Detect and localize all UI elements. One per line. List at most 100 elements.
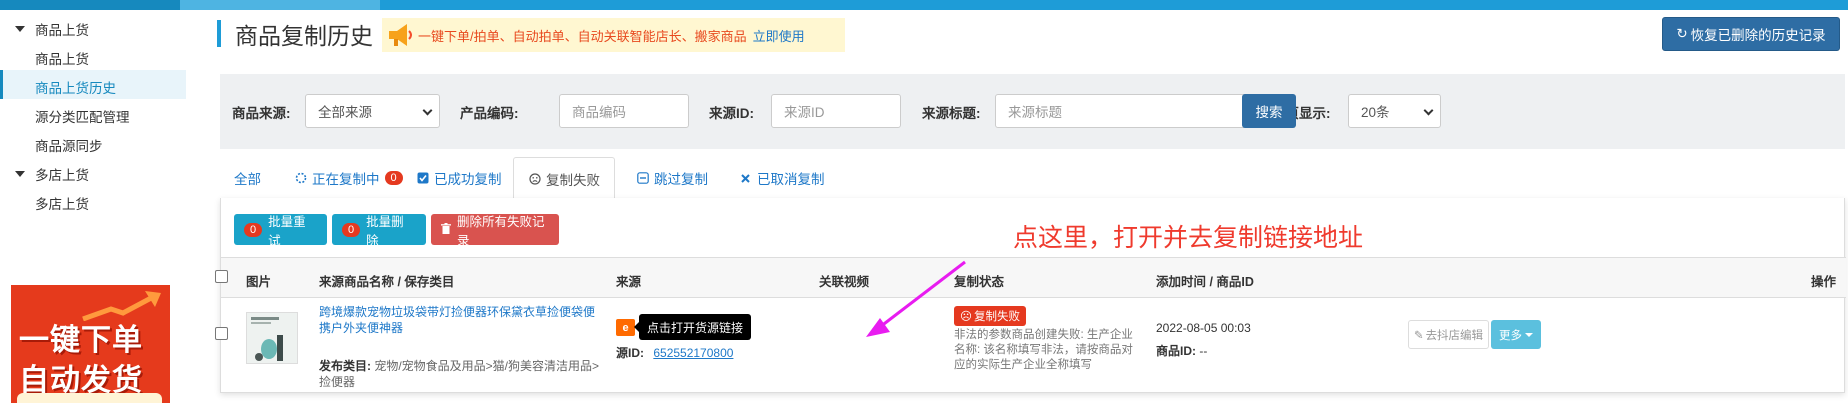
trash-icon	[441, 222, 451, 237]
source-id-label: 源ID:	[616, 346, 644, 360]
notice-banner: 一键下单/拍单、自动拍单、自动关联智能店长、搬家商品 立即使用	[382, 18, 845, 52]
restore-deleted-history-button[interactable]: ↻ 恢复已删除的历史记录	[1662, 17, 1840, 51]
promo-banner[interactable]: 一键下单 自动发货	[11, 285, 170, 403]
edit-icon: ✎	[1413, 329, 1424, 342]
sad-face-icon	[528, 172, 541, 185]
product-category: 发布类目: 宠物/宠物食品及用品>猫/狗美容清洁用品>捡便器	[319, 358, 609, 390]
title-accent-bar	[217, 20, 221, 47]
count-badge: 0	[342, 222, 361, 237]
close-icon	[739, 172, 752, 185]
added-time: 2022-08-05 00:03	[1156, 321, 1251, 335]
sidebar: 商品上货 商品上货 商品上货历史 源分类匹配管理 商品源同步 多店上货 多店上货…	[0, 10, 186, 403]
source-id: 源ID: 652552170800	[616, 344, 733, 361]
product-id: 商品ID: --	[1156, 342, 1207, 359]
sidebar-group-label: 多店上货	[35, 168, 89, 183]
status-tabs: 全部 正在复制中 0 已成功复制 复制失败 跳过复制 已取消复制	[220, 157, 1845, 200]
tab-copying[interactable]: 正在复制中 0	[280, 157, 417, 199]
tab-label: 复制失败	[546, 172, 600, 188]
product-name-link[interactable]: 跨境爆款宠物垃圾袋带灯捡便器环保黛衣草捡便袋便携户外夹便神器	[319, 304, 599, 336]
batch-delete-button[interactable]: 0 批量删除	[332, 214, 426, 248]
column-header: 关联视频	[819, 275, 870, 289]
tab-label: 正在复制中	[312, 172, 380, 187]
column-header: 来源	[616, 275, 642, 289]
annotation-text: 点这里，打开并去复制链接地址	[1013, 223, 1364, 252]
status-message: 非法的参数商品创建失败: 生产企业名称: 该名称填写非法，请按商品对应的实际生产…	[954, 329, 1133, 371]
source-title-label: 来源标题:	[922, 106, 981, 121]
tab-label: 已取消复制	[757, 172, 825, 187]
search-button[interactable]: 搜索	[1242, 94, 1296, 128]
notice-text: 一键下单/拍单、自动拍单、自动关联智能店长、搬家商品	[418, 28, 747, 44]
page-size-value: 20条	[1361, 105, 1390, 120]
promo-line: 一键下单	[19, 323, 143, 358]
tab-count-badge: 0	[384, 171, 403, 185]
row-checkbox[interactable]	[215, 327, 228, 340]
source-label: 商品来源:	[232, 106, 291, 121]
column-header: 操作	[1811, 275, 1837, 289]
sidebar-item-multi-store-upload[interactable]: 多店上货	[0, 186, 186, 220]
table-header: 图片 来源商品名称 / 保存类目 来源 关联视频 复制状态 添加时间 / 商品I…	[215, 257, 1846, 298]
megaphone-icon	[389, 24, 412, 46]
caret-down-icon	[1525, 332, 1533, 337]
tab-label: 全部	[234, 172, 261, 187]
refresh-icon: ↻	[1676, 26, 1688, 41]
top-bar-segment	[0, 0, 180, 10]
tab-all[interactable]: 全部	[220, 157, 275, 199]
tab-failed[interactable]: 复制失败	[513, 157, 615, 200]
promo-strip	[17, 393, 162, 403]
source-id-label: 来源ID:	[709, 106, 754, 121]
top-bar-segment	[180, 0, 380, 10]
source-select-value: 全部来源	[318, 105, 372, 120]
tab-cancelled[interactable]: 已取消复制	[725, 157, 839, 199]
source-id-input[interactable]: 来源ID	[771, 94, 901, 128]
source-title-input[interactable]: 来源标题	[995, 94, 1254, 128]
column-header: 添加时间 / 商品ID	[1156, 275, 1254, 289]
caret-down-icon	[15, 26, 25, 32]
source-link-tooltip[interactable]: 点击打开货源链接	[633, 314, 752, 340]
results-panel: 0 批量重试 0 批量删除 删除所有失败记录 点这里，打开并去复制链接地址 图片…	[215, 198, 1846, 393]
source-select[interactable]: 全部来源	[305, 94, 440, 128]
more-dropdown-button[interactable]: 更多	[1491, 320, 1541, 349]
tab-label: 跳过复制	[654, 172, 708, 187]
chevron-down-icon	[1423, 105, 1434, 116]
status-badge-label: 复制失败	[974, 311, 1020, 323]
column-header: 图片	[246, 275, 272, 289]
category-label: 发布类目:	[319, 359, 371, 373]
count-badge: 0	[244, 222, 263, 237]
button-label: 更多	[1499, 329, 1522, 342]
check-square-icon	[416, 172, 429, 185]
page-title: 商品复制历史	[235, 24, 373, 50]
sad-face-icon: ☹	[960, 311, 972, 323]
store-edit-button[interactable]: ✎ 去抖店编辑	[1408, 320, 1489, 349]
chevron-down-icon	[422, 105, 433, 116]
restore-button-label: 恢复已删除的历史记录	[1690, 28, 1826, 43]
batch-retry-button[interactable]: 0 批量重试	[234, 214, 327, 248]
delete-all-failed-button[interactable]: 删除所有失败记录	[431, 214, 559, 248]
alibaba-logo-icon[interactable]: e	[616, 319, 635, 336]
tab-success[interactable]: 已成功复制	[402, 157, 516, 199]
column-header: 来源商品名称 / 保存类目	[319, 275, 455, 289]
product-id-value: --	[1199, 344, 1208, 358]
select-all-checkbox[interactable]	[215, 270, 228, 283]
minus-square-icon	[636, 172, 649, 185]
code-input[interactable]: 商品编码	[559, 94, 689, 128]
button-label: 删除所有失败记录	[457, 214, 545, 248]
button-label: 批量重试	[268, 214, 306, 248]
button-label: 批量删除	[366, 214, 404, 248]
column-header: 复制状态	[954, 275, 1005, 289]
table-row: 跨境爆款宠物垃圾袋带灯捡便器环保黛衣草捡便袋便携户外夹便神器 发布类目: 宠物/…	[215, 298, 1846, 393]
product-id-label: 商品ID:	[1156, 344, 1196, 358]
tab-label: 已成功复制	[434, 172, 502, 187]
sidebar-group-label: 商品上货	[35, 23, 89, 38]
source-id-link[interactable]: 652552170800	[653, 346, 733, 360]
code-label: 产品编码:	[460, 106, 519, 121]
notice-link[interactable]: 立即使用	[753, 26, 805, 45]
status-badge: ☹ 复制失败	[954, 306, 1026, 326]
spinner-icon	[294, 172, 307, 185]
caret-down-icon	[15, 171, 25, 177]
tab-skipped[interactable]: 跳过复制	[622, 157, 722, 199]
top-bar	[0, 0, 1848, 10]
filter-panel: 商品来源: 全部来源 产品编码: 商品编码 来源ID: 来源ID 来源标题: 来…	[220, 74, 1845, 149]
button-label: 去抖店编辑	[1425, 329, 1484, 342]
page-size-select[interactable]: 20条	[1348, 94, 1441, 128]
product-thumbnail[interactable]	[246, 312, 298, 364]
